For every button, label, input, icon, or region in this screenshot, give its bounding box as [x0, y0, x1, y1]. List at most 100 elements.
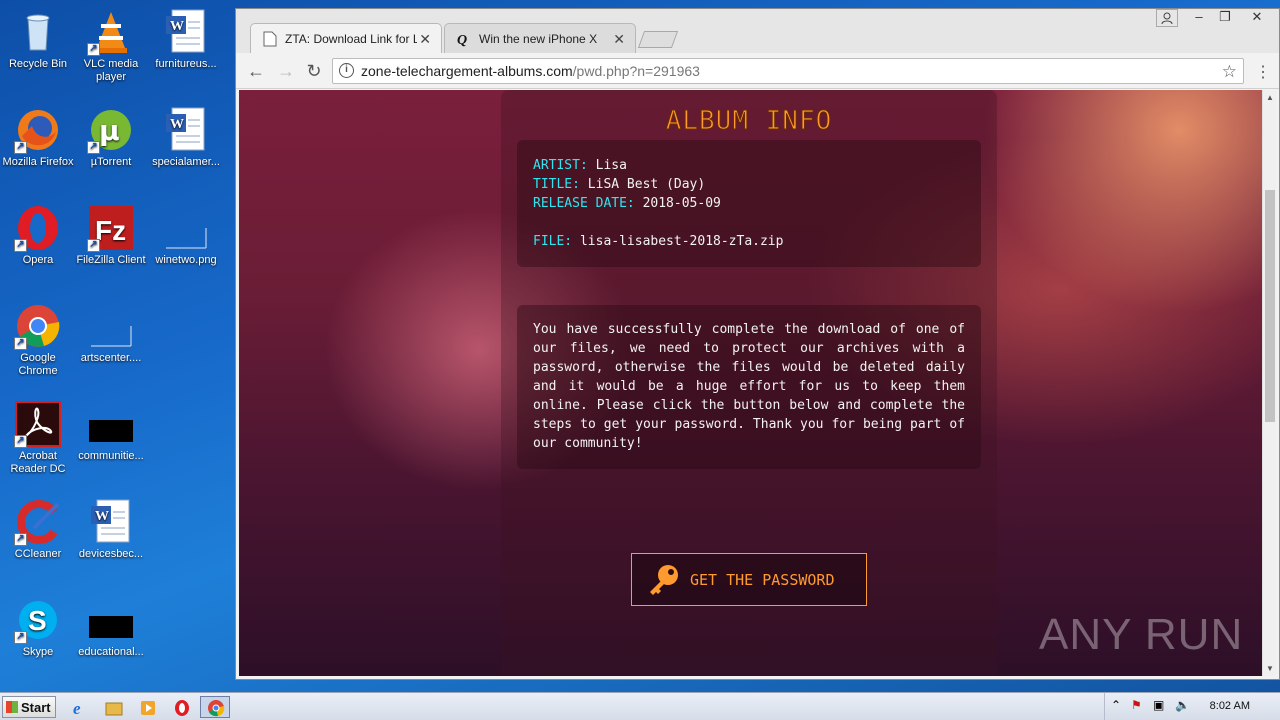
reload-button[interactable]: ↻ — [302, 61, 326, 82]
desktop-icon-opera[interactable]: ↗ Opera — [0, 204, 76, 267]
title-value: LiSA Best (Day) — [587, 177, 706, 192]
utorrent-icon: µ ↗ — [87, 106, 135, 154]
desktop-icon-acrobat[interactable]: ↗ Acrobat Reader DC — [0, 400, 76, 476]
chrome-icon: ↗ — [14, 302, 62, 350]
file-row: FILE: lisa-lisabest-2018-zTa.zip — [533, 232, 965, 251]
desktop-icon-artscenter[interactable]: artscenter.... — [73, 302, 149, 365]
taskbar-chrome-icon[interactable] — [200, 696, 230, 718]
forward-button[interactable]: → — [274, 61, 298, 82]
close-tab-icon[interactable]: ✕ — [613, 31, 625, 48]
address-bar[interactable]: i zone-telechargement-albums.com/pwd.php… — [332, 58, 1244, 84]
scrollbar-thumb[interactable] — [1265, 190, 1275, 422]
network-icon[interactable]: ▣ — [1153, 698, 1164, 712]
info-icon[interactable]: i — [339, 63, 354, 78]
desktop-icon-label: communitie... — [78, 450, 144, 462]
svg-text:W: W — [170, 19, 184, 34]
svg-text:Q: Q — [457, 33, 467, 47]
firefox-icon: ↗ — [14, 106, 62, 154]
anyrun-watermark: ANY RUN — [1039, 610, 1244, 659]
bookmark-star-icon[interactable]: ☆ — [1222, 62, 1237, 82]
page-scrollbar[interactable]: ▲ ▼ — [1262, 90, 1276, 676]
desktop-icon-winetwo[interactable]: winetwo.png — [148, 204, 224, 267]
action-center-icon[interactable]: ⚑ — [1131, 698, 1142, 712]
file-icon — [87, 400, 135, 448]
toolbar: ← → ↻ i zone-telechargement-albums.com/p… — [236, 53, 1279, 89]
get-password-button[interactable]: GET THE PASSWORD — [631, 553, 867, 606]
opera-icon: ↗ — [14, 204, 62, 252]
desktop-icon-label: educational... — [78, 646, 144, 658]
minimize-button[interactable]: – — [1188, 9, 1210, 27]
start-button[interactable]: Start — [2, 696, 56, 718]
title-key: TITLE: — [533, 177, 580, 192]
start-label: Start — [21, 700, 51, 715]
restore-button[interactable]: ❐ — [1214, 9, 1236, 27]
desktop-icon-furnitureus[interactable]: W furnitureus... — [148, 8, 224, 71]
get-password-label: GET THE PASSWORD — [690, 571, 835, 589]
desktop-icon-chrome[interactable]: ↗ Google Chrome — [0, 302, 76, 378]
shortcut-arrow-icon: ↗ — [14, 533, 27, 546]
recycle-bin-icon — [14, 8, 62, 56]
taskbar-media-icon[interactable] — [132, 696, 162, 718]
file-key: FILE: — [533, 234, 573, 249]
browser-window: ZTA: Download Link for Lisa ✕ Q Win the … — [235, 8, 1280, 680]
desktop-icon-firefox[interactable]: ↗ Mozilla Firefox — [0, 106, 76, 169]
shortcut-arrow-icon: ↗ — [14, 141, 27, 154]
image-file-icon — [162, 204, 210, 252]
tab-title: ZTA: Download Link for Lisa — [285, 32, 417, 46]
profile-icon[interactable] — [1156, 9, 1178, 27]
desktop-icon-recycle-bin[interactable]: Recycle Bin — [0, 8, 76, 71]
desktop-icon-vlc[interactable]: ↗ VLC media player — [73, 8, 149, 84]
vlc-icon: ↗ — [87, 8, 135, 56]
message-box: You have successfully complete the downl… — [517, 305, 981, 469]
word-doc-icon: W — [162, 8, 210, 56]
desktop-icon-devicesbec[interactable]: W devicesbec... — [73, 498, 149, 561]
clock[interactable]: 8:02 AM — [1210, 700, 1250, 712]
close-window-button[interactable]: ✕ — [1246, 9, 1268, 27]
desktop-icon-communitie[interactable]: communitie... — [73, 400, 149, 463]
page-icon — [263, 31, 277, 47]
tab-win-iphone[interactable]: Q Win the new iPhone X ✕ — [444, 23, 636, 53]
desktop-icon-skype[interactable]: S ↗ Skype — [0, 596, 76, 659]
desktop-icon-label: furnitureus... — [155, 58, 217, 70]
volume-icon[interactable]: 🔈 — [1175, 698, 1190, 712]
tab-strip: ZTA: Download Link for Lisa ✕ Q Win the … — [236, 9, 1279, 53]
taskbar-ie-icon[interactable]: e — [64, 696, 94, 718]
svg-text:W: W — [170, 117, 184, 132]
taskbar-opera-icon[interactable] — [166, 696, 196, 718]
artist-value: Lisa — [595, 158, 627, 173]
desktop-icon-label: Opera — [22, 254, 54, 266]
desktop-icon-label: Mozilla Firefox — [2, 156, 74, 168]
desktop-icon-label: FileZilla Client — [76, 254, 146, 266]
tab-zta-download[interactable]: ZTA: Download Link for Lisa ✕ — [250, 23, 442, 53]
album-info-box: ARTIST: Lisa TITLE: LiSA Best (Day) RELE… — [517, 140, 981, 267]
desktop-icon-utorrent[interactable]: µ ↗ µTorrent — [73, 106, 149, 169]
desktop-icon-filezilla[interactable]: Fz ↗ FileZilla Client — [73, 204, 149, 267]
close-tab-icon[interactable]: ✕ — [419, 31, 431, 48]
desktop: Recycle Bin ↗ VLC media player W furnitu… — [0, 0, 236, 692]
word-doc-icon: W — [162, 106, 210, 154]
url-path: /pwd.php?n=291963 — [572, 63, 700, 79]
desktop-icon-label: VLC media player — [83, 58, 139, 83]
scroll-up-arrow-icon[interactable]: ▲ — [1266, 93, 1274, 102]
scroll-down-arrow-icon[interactable]: ▼ — [1266, 664, 1274, 673]
page-viewport: ALBUM INFO ARTIST: Lisa TITLE: LiSA Best… — [239, 90, 1262, 676]
album-info-heading: ALBUM INFO — [665, 106, 833, 137]
desktop-icon-ccleaner[interactable]: ↗ CCleaner — [0, 498, 76, 561]
desktop-icon-educational[interactable]: educational... — [73, 596, 149, 659]
windows-logo-icon — [6, 701, 18, 713]
back-button[interactable]: ← — [244, 61, 268, 82]
menu-icon[interactable]: ⋮ — [1255, 62, 1271, 82]
shortcut-arrow-icon: ↗ — [14, 239, 27, 252]
desktop-icon-label: artscenter.... — [80, 352, 142, 364]
show-hidden-icons-icon[interactable]: ⌃ — [1111, 698, 1121, 712]
new-tab-button[interactable] — [637, 31, 679, 48]
word-doc-icon: W — [87, 498, 135, 546]
taskbar-explorer-icon[interactable] — [98, 696, 128, 718]
desktop-icon-label: specialamer... — [152, 156, 220, 168]
release-row: RELEASE DATE: 2018-05-09 — [533, 194, 965, 213]
desktop-icon-specialamer[interactable]: W specialamer... — [148, 106, 224, 169]
shortcut-arrow-icon: ↗ — [14, 337, 27, 350]
release-value: 2018-05-09 — [642, 196, 721, 211]
file-icon — [87, 302, 135, 350]
desktop-icon-label: Skype — [22, 646, 54, 658]
